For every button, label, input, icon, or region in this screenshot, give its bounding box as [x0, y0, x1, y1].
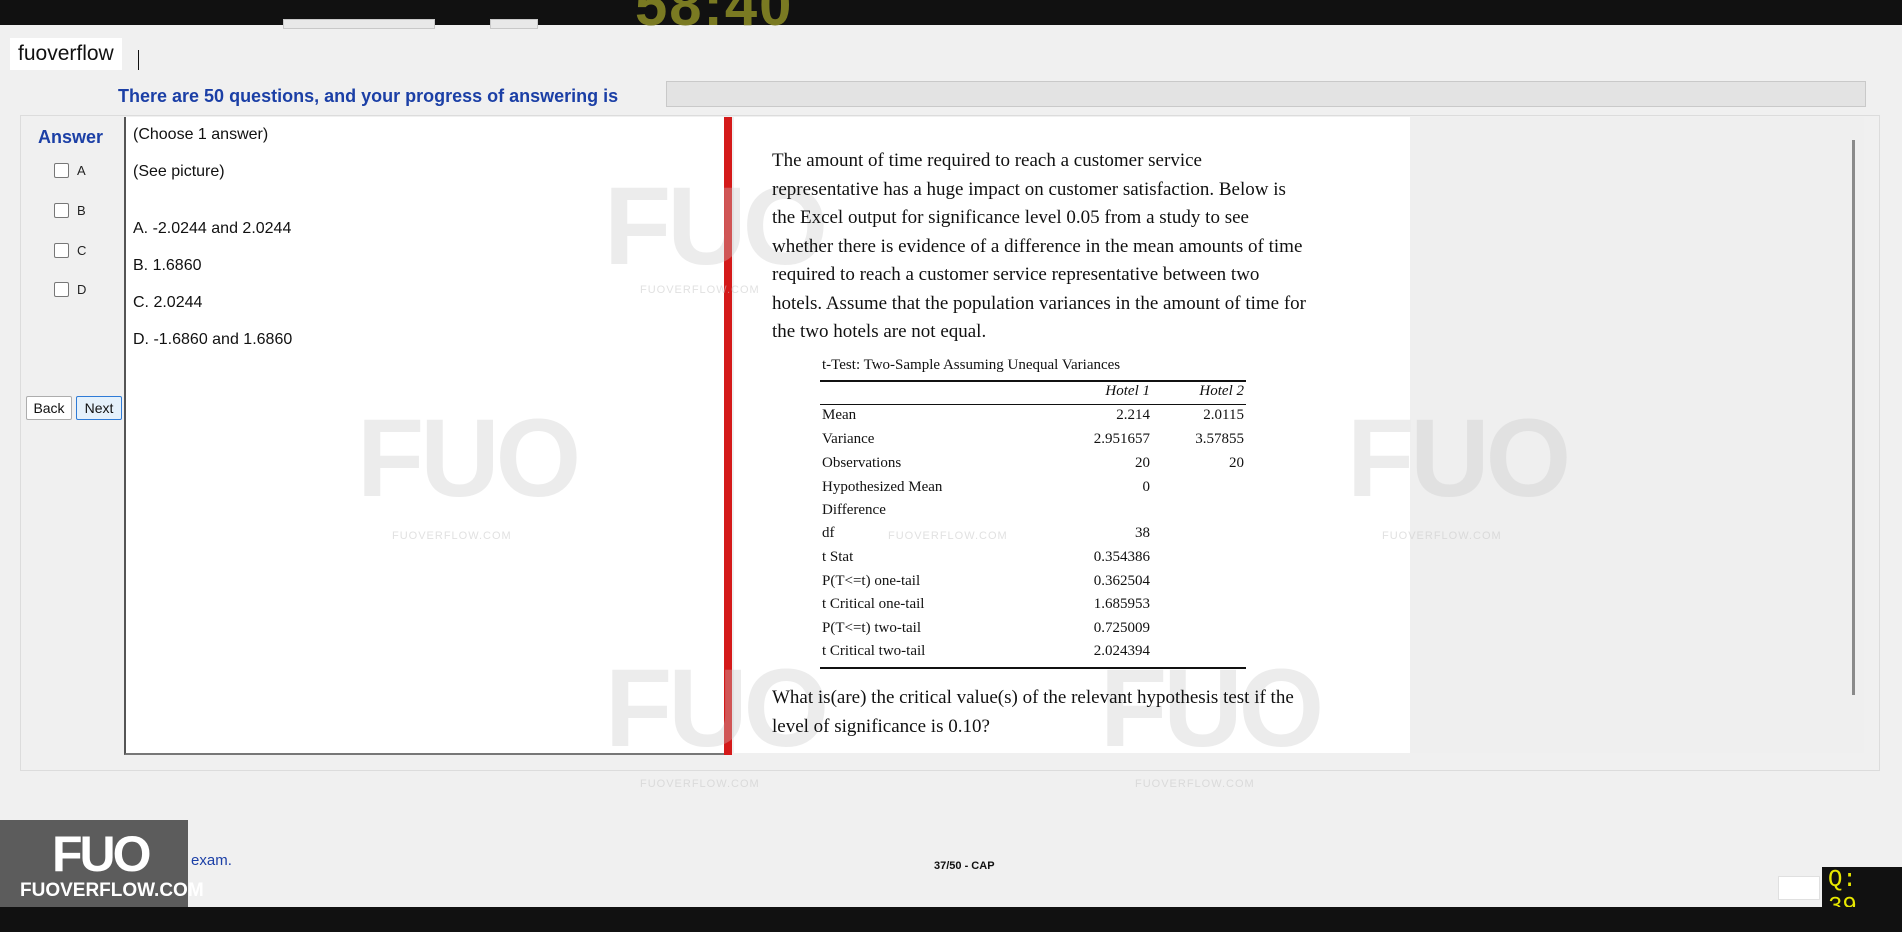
answer-option-a[interactable]: A [54, 163, 86, 178]
table-rule-top [820, 380, 1246, 382]
fuo-logo-mark: FUO [52, 826, 152, 882]
checkbox[interactable] [54, 203, 69, 218]
header-cell: Hotel 2 [1199, 383, 1244, 399]
row-label: Mean [822, 407, 857, 423]
answer-option-b[interactable]: B [54, 203, 86, 218]
option-label: A [77, 163, 86, 178]
table-row: P(T<=t) one-tail 0.362504 [822, 573, 1246, 597]
paragraph-line: whether there is evidence of a differenc… [772, 235, 1303, 257]
choice-b: B. 1.6860 [133, 257, 202, 274]
table-row: Difference [822, 502, 1246, 526]
row-label: t Critical one-tail [822, 596, 925, 612]
option-label: D [77, 282, 87, 297]
picture-question: What is(are) the critical value(s) of th… [772, 684, 1372, 741]
bottom-black-bar [0, 907, 1902, 932]
table-row: Hypothesized Mean 0 [822, 479, 1246, 503]
table-row: P(T<=t) two-tail 0.725009 [822, 620, 1246, 644]
table-rule-bottom [820, 667, 1246, 669]
watermark-text: FUOVERFLOW.COM [640, 284, 760, 296]
answer-option-c[interactable]: C [54, 243, 86, 258]
vertical-scrollbar[interactable] [1852, 140, 1855, 695]
watermark-text: FUOVERFLOW.COM [1135, 778, 1255, 790]
answer-title: Answer [38, 127, 104, 147]
row-value: 2.0115 [1203, 407, 1244, 423]
row-label: P(T<=t) two-tail [822, 620, 921, 636]
table-row: Mean 2.214 2.0115 [822, 407, 1246, 431]
table-row: df 38 [822, 525, 1246, 549]
progress-label: There are 50 questions, and your progres… [118, 86, 619, 106]
row-value: 0.354386 [1093, 549, 1150, 565]
fuo-logo-text: FUOVERFLOW.COM [20, 880, 204, 901]
row-value: 20 [1135, 455, 1150, 471]
paragraph-line: representative has a huge impact on cust… [772, 178, 1286, 200]
row-value: 0.362504 [1093, 573, 1150, 589]
watermark-fuo: FUO [357, 397, 581, 520]
paragraph-line: The amount of time required to reach a c… [772, 150, 1202, 171]
text-caret [138, 50, 139, 70]
table-row: t Stat 0.354386 [822, 549, 1246, 573]
top-field-2 [490, 19, 538, 29]
row-value: 2.024394 [1093, 643, 1150, 659]
table-title: t-Test: Two-Sample Assuming Unequal Vari… [822, 357, 1121, 373]
row-value: 20 [1229, 455, 1244, 471]
option-label: B [77, 203, 86, 218]
row-label: df [822, 525, 835, 541]
choice-d: D. -1.6860 and 1.6860 [133, 331, 293, 348]
brand-label: fuoverflow [10, 38, 122, 70]
question-instruction: (Choose 1 answer) [133, 126, 269, 143]
question-line: level of significance is 0.10? [772, 715, 990, 737]
row-value: 2.214 [1116, 407, 1150, 423]
choice-a: A. -2.0244 and 2.0244 [133, 220, 292, 237]
checkbox[interactable] [54, 282, 69, 297]
row-value: 0 [1142, 479, 1151, 495]
row-label: Observations [822, 455, 902, 471]
option-label: C [77, 243, 87, 258]
row-label: t Stat [822, 549, 854, 565]
picture-paragraph: The amount of time required to reach a c… [772, 147, 1372, 347]
question-line: What is(are) the critical value(s) of th… [772, 687, 1294, 708]
header-cell: Hotel 1 [1105, 383, 1150, 399]
checkbox[interactable] [54, 243, 69, 258]
row-label: Hypothesized Mean [822, 479, 943, 495]
table-row: t Critical two-tail 2.024394 [822, 643, 1246, 667]
next-button[interactable]: Next [76, 396, 122, 420]
top-field-1 [283, 19, 435, 29]
watermark-text: FUOVERFLOW.COM [392, 530, 512, 542]
row-label: Difference [822, 502, 886, 518]
row-value: 2.951657 [1093, 431, 1150, 447]
question-jump-field[interactable] [1778, 876, 1820, 900]
choice-c: C. 2.0244 [133, 294, 203, 311]
row-label: t Critical two-tail [822, 643, 926, 659]
exam-status: 37/50 - CAP [934, 860, 995, 872]
paragraph-line: the Excel output for significance level … [772, 207, 1249, 228]
row-label: Variance [822, 431, 875, 447]
paragraph-line: the two hotels are not equal. [772, 321, 987, 342]
watermark-text: FUOVERFLOW.COM [1382, 530, 1502, 542]
watermark-text: FUOVERFLOW.COM [640, 778, 760, 790]
table-row: Variance 2.951657 3.57855 [822, 431, 1246, 455]
table-row: t Critical one-tail 1.685953 [822, 596, 1246, 620]
row-label: P(T<=t) one-tail [822, 573, 921, 589]
row-value: 0.725009 [1093, 620, 1150, 636]
row-value: 1.685953 [1093, 596, 1150, 612]
row-value: 38 [1135, 525, 1150, 541]
paragraph-line: hotels. Assume that the population varia… [772, 292, 1306, 314]
progress-bar [666, 81, 1866, 107]
checkbox[interactable] [54, 163, 69, 178]
answer-option-d[interactable]: D [54, 282, 86, 297]
exam-timer: 58:40 [635, 0, 794, 38]
table-rule-header [820, 404, 1246, 405]
row-value: 3.57855 [1195, 431, 1244, 447]
watermark-fuo: FUO [1347, 397, 1571, 520]
back-button[interactable]: Back [26, 396, 72, 420]
see-picture-label: (See picture) [133, 163, 225, 180]
paragraph-line: required to reach a customer service rep… [772, 264, 1260, 285]
table-row: Observations 20 20 [822, 455, 1246, 479]
